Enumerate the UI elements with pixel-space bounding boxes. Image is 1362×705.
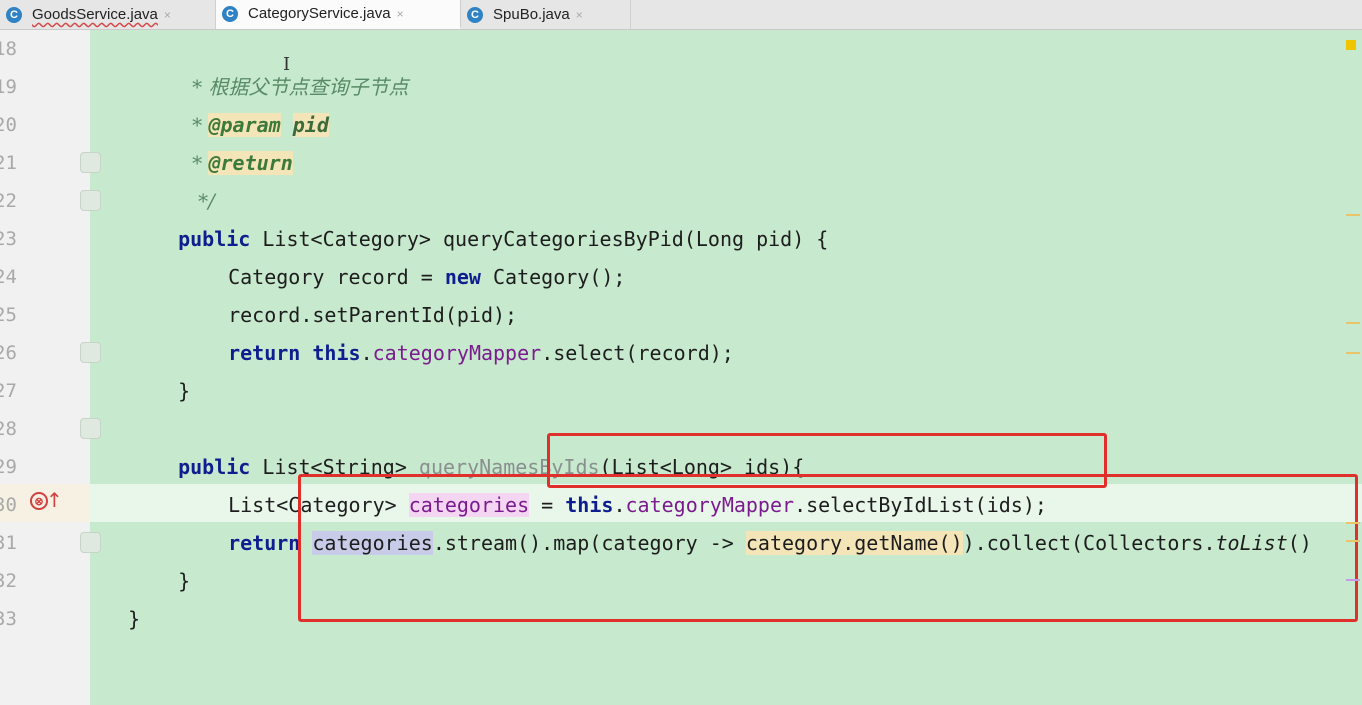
code-line-31: } xyxy=(178,569,191,593)
line-number: 22 xyxy=(0,190,17,212)
line-number: 27 xyxy=(0,380,17,402)
tab-label: GoodsService.java xyxy=(32,6,158,23)
editor-scrollbar[interactable] xyxy=(1342,30,1362,705)
line-number: 19 xyxy=(0,76,17,98)
line-number: 24 xyxy=(0,266,17,288)
code-line-32: } xyxy=(128,607,141,631)
class-icon: C xyxy=(222,5,238,22)
class-icon: C xyxy=(6,6,22,23)
line-number: 33 xyxy=(0,608,17,630)
line-number: 28 xyxy=(0,418,17,440)
marker[interactable] xyxy=(1346,322,1360,324)
code-line-25: return this.categoryMapper.select(record… xyxy=(228,341,734,365)
tab-spubo[interactable]: C SpuBo.java × xyxy=(461,0,631,29)
line-number: 23 xyxy=(0,228,17,250)
marker[interactable] xyxy=(1346,352,1360,354)
class-icon: C xyxy=(467,6,483,23)
line-number: 20 xyxy=(0,114,17,136)
line-number: 21 xyxy=(0,152,17,174)
override-arrow-icon[interactable]: ↑ xyxy=(46,488,63,512)
line-number: 31 xyxy=(0,532,17,554)
tab-label: SpuBo.java xyxy=(493,6,570,23)
line-number: 18 xyxy=(0,38,17,60)
annotation-box-return-stream xyxy=(298,474,1358,622)
close-icon[interactable]: × xyxy=(576,8,583,22)
warning-marker[interactable] xyxy=(1346,40,1356,50)
close-icon[interactable]: × xyxy=(397,7,404,21)
line-number: 30 xyxy=(0,494,17,516)
tab-category-service[interactable]: C CategoryService.java × xyxy=(216,0,461,29)
line-number: 25 xyxy=(0,304,17,326)
tab-label: CategoryService.java xyxy=(248,5,391,22)
marker[interactable] xyxy=(1346,579,1360,581)
javadoc-tag: @return xyxy=(208,151,293,175)
line-number: 26 xyxy=(0,342,17,364)
line-number: 29 xyxy=(0,456,17,478)
editor-tab-bar: C GoodsService.java × C CategoryService.… xyxy=(0,0,1362,30)
marker[interactable] xyxy=(1346,214,1360,216)
javadoc-param: pid xyxy=(292,113,329,137)
line-number: 32 xyxy=(0,570,17,592)
marker[interactable] xyxy=(1346,540,1360,542)
tab-goods-service[interactable]: C GoodsService.java × xyxy=(0,0,216,29)
close-icon[interactable]: × xyxy=(164,8,171,22)
code-line-26: } xyxy=(178,379,191,403)
marker[interactable] xyxy=(1346,522,1360,524)
